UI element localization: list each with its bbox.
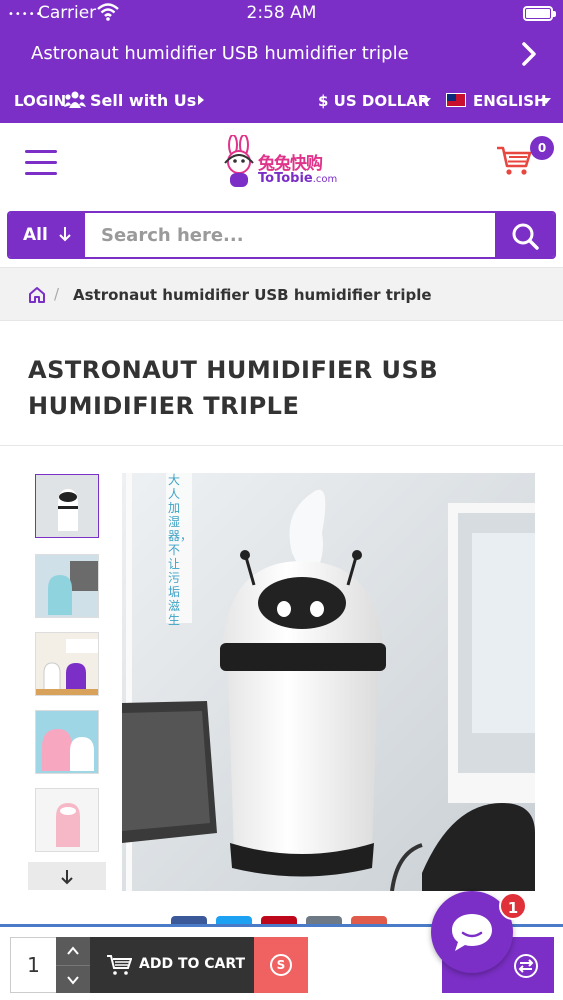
- caret-down-icon: [541, 98, 551, 104]
- search-button[interactable]: [495, 213, 554, 257]
- thumbnail-1[interactable]: [35, 474, 99, 538]
- page-title-bar: Astronaut humidifier USB humidifier trip…: [31, 43, 409, 64]
- quantity-decrease-button[interactable]: [56, 965, 90, 993]
- chevron-right-icon[interactable]: [516, 40, 542, 68]
- search-category-label: All: [23, 225, 48, 245]
- buy-now-button[interactable]: S: [254, 937, 308, 993]
- share-facebook[interactable]: [171, 916, 207, 924]
- caret-right-icon: [198, 95, 204, 105]
- quantity-input[interactable]: 1: [10, 937, 57, 993]
- add-to-cart-label: ADD TO CART: [139, 956, 246, 972]
- cart-add-icon: [107, 955, 132, 975]
- search-bar: All: [7, 211, 556, 259]
- arrow-down-icon: [61, 870, 73, 885]
- breadcrumb-separator: /: [54, 285, 60, 303]
- bunny-mascot-icon: [224, 135, 254, 187]
- product-image-side-text: 大人加湿器，不让污垢滋生: [168, 473, 193, 627]
- product-title: ASTRONAUT HUMIDIFIER USB HUMIDIFIER TRIP…: [28, 356, 439, 420]
- dollar-circle-icon: S: [270, 954, 292, 976]
- account-bar: LOGIN Sell with Us $ US DOLLAR ENGLISH: [0, 80, 563, 123]
- search-icon: [512, 223, 539, 250]
- users-icon: [64, 91, 86, 108]
- currency-selector[interactable]: $ US DOLLAR: [318, 92, 429, 110]
- arrow-down-icon: [59, 227, 71, 242]
- chat-unread-badge: 1: [499, 892, 527, 920]
- chat-icon: [452, 914, 492, 951]
- quantity-increase-button[interactable]: [56, 937, 90, 965]
- thumbnails-scroll-down[interactable]: [28, 862, 106, 890]
- compare-icon: [514, 954, 538, 978]
- caret-down-icon: [421, 98, 431, 104]
- clock: 2:58 AM: [246, 3, 317, 23]
- cart-icon[interactable]: [496, 145, 532, 177]
- share-email[interactable]: [306, 916, 342, 924]
- thumbnail-2[interactable]: [35, 554, 99, 618]
- login-link[interactable]: LOGIN: [14, 92, 66, 110]
- cart-count-badge: 0: [530, 136, 554, 160]
- logo-brand-text: ToTobie.com: [258, 171, 338, 186]
- thumbnail-gallery: [28, 472, 106, 892]
- search-input[interactable]: [85, 213, 495, 257]
- flag-uk-icon: [446, 93, 466, 107]
- breadcrumb: / Astronaut humidifier USB humidifier tr…: [0, 267, 563, 321]
- search-category-dropdown[interactable]: All: [9, 213, 85, 257]
- breadcrumb-current: Astronaut humidifier USB humidifier trip…: [73, 286, 432, 304]
- site-logo[interactable]: 兔兔快购 ToTobie.com: [220, 133, 344, 191]
- menu-icon[interactable]: [25, 150, 57, 176]
- share-pinterest[interactable]: [261, 916, 297, 924]
- thumbnail-3[interactable]: [35, 632, 99, 696]
- product-main-image[interactable]: 大人加湿器，不让污垢滋生: [122, 473, 535, 891]
- thumbnail-5[interactable]: [35, 788, 99, 852]
- home-icon[interactable]: [28, 286, 46, 304]
- chevron-up-icon: [67, 946, 79, 955]
- language-selector[interactable]: ENGLISH: [473, 92, 547, 110]
- sell-with-us-link[interactable]: Sell with Us: [90, 91, 196, 110]
- battery-icon: [523, 6, 556, 21]
- thumbnail-4[interactable]: [35, 710, 99, 774]
- add-to-cart-button[interactable]: ADD TO CART: [90, 937, 254, 993]
- title-bar: Astronaut humidifier USB humidifier trip…: [0, 28, 563, 80]
- status-bar: ••••• Carrier 2:58 AM: [0, 0, 563, 28]
- divider: [0, 445, 563, 446]
- chevron-down-icon: [67, 976, 79, 985]
- share-twitter[interactable]: [216, 916, 252, 924]
- share-google[interactable]: [351, 916, 387, 924]
